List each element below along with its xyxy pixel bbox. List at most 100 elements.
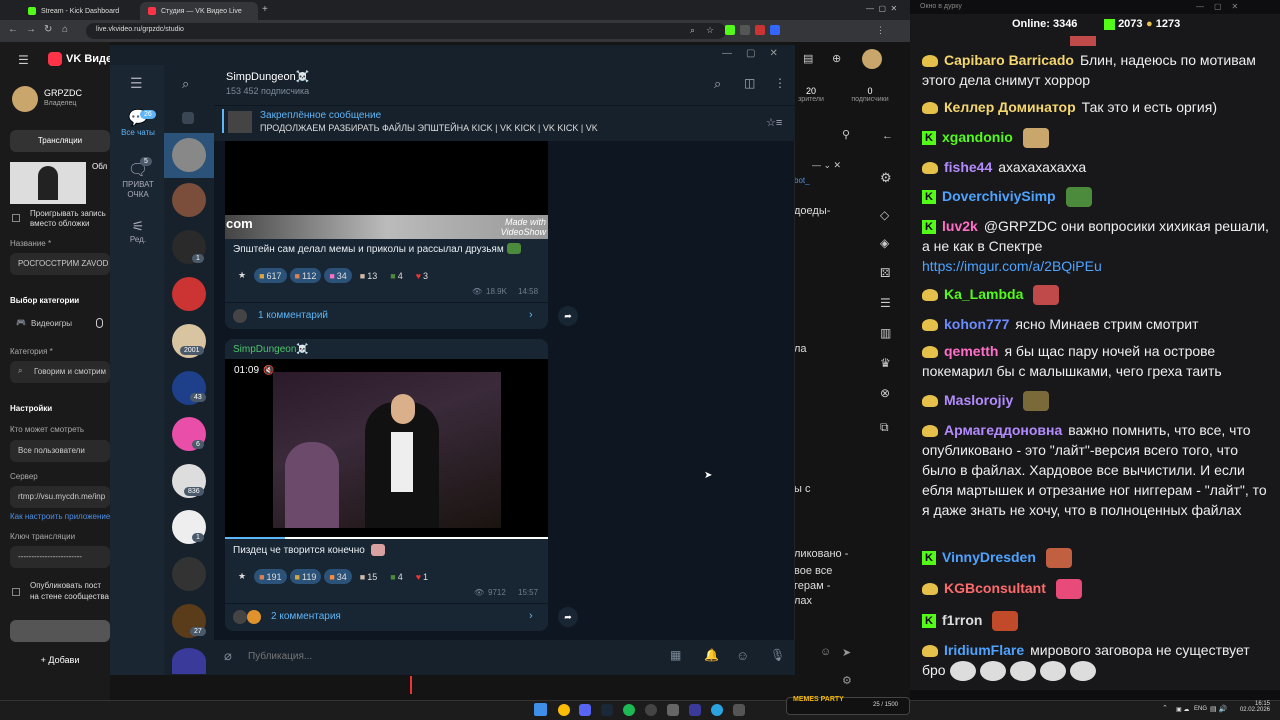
app-icon[interactable] <box>689 704 701 716</box>
attach-paperclip-icon[interactable]: ⌀ <box>224 648 232 664</box>
bell-icon[interactable]: 🔔 <box>704 648 719 662</box>
chat-avatar[interactable] <box>172 557 206 591</box>
tab-broadcasts[interactable]: Трансляции <box>10 130 110 152</box>
chat-username[interactable]: luv2k <box>942 218 978 234</box>
reaction[interactable]: ■ 4 <box>385 268 407 283</box>
reaction[interactable]: ■ 191 <box>254 569 287 584</box>
search-icon[interactable]: ⌕ <box>182 76 189 92</box>
telegram-icon[interactable] <box>711 704 723 716</box>
channel-title[interactable]: SimpDungeon☠️ <box>226 70 309 83</box>
dice-icon[interactable]: ⚄ <box>880 266 890 280</box>
input-language[interactable]: ENG <box>1194 706 1207 712</box>
tray-chevron-icon[interactable]: ⌃ <box>1162 704 1168 712</box>
app-icon[interactable] <box>733 704 745 716</box>
extension-icon[interactable] <box>770 25 780 35</box>
chat-avatar-simpdungeon[interactable] <box>172 138 206 172</box>
chat-username[interactable]: Maslorojiy <box>944 392 1013 408</box>
chat-username[interactable]: xgandonio <box>942 129 1013 145</box>
who-can-watch-select[interactable]: Все пользователи <box>10 440 110 462</box>
more-icon[interactable]: ⋮ <box>774 76 786 90</box>
pin-icon[interactable]: ⚲ <box>842 128 850 141</box>
chat-username[interactable]: VinnyDresden <box>942 549 1036 565</box>
forward-icon[interactable]: → <box>26 24 36 35</box>
home-icon[interactable]: ⌂ <box>62 24 68 35</box>
tray-icons[interactable]: ▣ ☁ <box>1176 706 1189 713</box>
chat-link[interactable]: https://imgur.com/a/2BQiPEu <box>922 258 1102 274</box>
studio-icon[interactable]: ▤ <box>803 52 813 65</box>
list-icon[interactable]: ☰ <box>880 296 891 310</box>
windows-start-icon[interactable] <box>534 703 547 716</box>
stream-key-input[interactable]: ------------------------ <box>10 546 110 568</box>
emoji-picker-icon[interactable]: ☺ <box>736 648 749 663</box>
message-input[interactable] <box>248 648 648 664</box>
folder-private[interactable]: 🗨 ПРИВАТ ОЧКА <box>117 160 159 200</box>
cover-checkbox[interactable] <box>12 214 20 222</box>
trophy-icon[interactable]: ♛ <box>880 356 891 370</box>
chat-username[interactable]: kohon777 <box>944 316 1009 332</box>
app-icon[interactable] <box>667 704 679 716</box>
microphone-icon[interactable] <box>96 318 103 328</box>
chevron-right-icon[interactable]: › <box>529 610 533 622</box>
microphone-icon[interactable]: 🎙 <box>770 648 785 662</box>
zoom-icon[interactable]: ⌕ <box>690 25 695 36</box>
network-volume-icons[interactable]: ▤ 🔊 <box>1210 705 1227 713</box>
reload-icon[interactable]: ↻ <box>44 24 52 35</box>
back-arrow-icon[interactable]: ← <box>882 130 893 142</box>
sidebar-toggle-icon[interactable]: ◫ <box>744 76 755 90</box>
obs-icon[interactable] <box>645 704 657 716</box>
chat-username[interactable]: Ka_Lambda <box>944 286 1023 302</box>
tab-kick-dashboard[interactable]: Stream - Kick Dashboard <box>20 2 140 20</box>
forward-share-icon[interactable]: ➦ <box>558 607 578 627</box>
save-button[interactable] <box>10 620 110 642</box>
schedule-calendar-icon[interactable]: ▦ <box>670 648 681 662</box>
extension-icon[interactable] <box>740 25 750 35</box>
category-input[interactable]: Говорим и смотрим <box>10 361 110 383</box>
discord-icon[interactable] <box>579 704 591 716</box>
message-author[interactable]: SimpDungeon☠️ <box>233 344 309 355</box>
star-reaction-icon[interactable]: ★ <box>233 569 251 584</box>
configure-app-link[interactable]: Как настроить приложение <box>10 512 110 521</box>
new-tab-button[interactable]: + <box>262 4 268 15</box>
chat-avatar[interactable] <box>172 183 206 217</box>
chat-username[interactable]: Келлер Доминатор <box>944 99 1076 115</box>
reaction[interactable]: ■ 4 <box>385 569 407 584</box>
tab-vk-studio[interactable]: Студия — VK Видео Live <box>140 2 258 20</box>
window-controls[interactable]: — ▢ ✕ <box>866 4 897 13</box>
channel-avatar[interactable] <box>12 86 38 112</box>
category-type[interactable]: Видеоигры <box>31 319 72 328</box>
clock[interactable]: 16:15 02.02.2026 <box>1228 701 1270 713</box>
extension-icon[interactable] <box>755 25 765 35</box>
popup-controls[interactable]: — ⌄ ✕ <box>812 160 841 171</box>
kick-extension-icon[interactable] <box>725 25 735 35</box>
chat-username[interactable]: Capibaro Barricado <box>944 52 1074 68</box>
comments-link[interactable]: 1 комментарий <box>258 310 328 321</box>
chevron-right-icon[interactable]: › <box>529 309 533 321</box>
settings-icon[interactable]: ⚙ <box>842 674 852 687</box>
chat-username[interactable]: Армагеддоновна <box>944 422 1062 438</box>
star-reaction-icon[interactable]: ★ <box>233 268 251 283</box>
spotify-icon[interactable] <box>623 704 635 716</box>
reaction[interactable]: ■ 112 <box>289 268 322 283</box>
muted-speaker-icon[interactable]: 🔇 <box>263 365 274 376</box>
fire-reaction[interactable]: ■ 34 <box>324 569 352 584</box>
close-circle-icon[interactable]: ⊗ <box>880 386 890 400</box>
chat-username[interactable]: DoverchiviySimp <box>942 188 1056 204</box>
chat-username[interactable]: qemetth <box>944 343 998 359</box>
publish-post-checkbox[interactable] <box>12 588 20 596</box>
archive-icon[interactable] <box>182 112 194 124</box>
reaction[interactable]: ■ 119 <box>289 569 322 584</box>
memes-party-widget[interactable]: MEMES PARTY 25 / 1500 <box>786 696 910 715</box>
menu-icon[interactable]: ☰ <box>130 75 143 92</box>
chat-username[interactable]: KGBconsultant <box>944 580 1046 596</box>
add-icon[interactable]: ⊕ <box>832 52 841 65</box>
reaction[interactable]: ■ 15 <box>355 569 382 584</box>
hamburger-menu-icon[interactable]: ☰ <box>18 53 29 67</box>
heart-reaction[interactable]: ♥ 3 <box>411 268 433 283</box>
browser-menu-icon[interactable]: ⋮ <box>876 25 885 36</box>
cover-thumbnail[interactable] <box>10 162 86 204</box>
add-button[interactable]: + Добави <box>10 650 110 672</box>
diamond-icon[interactable]: ◇ <box>880 208 889 222</box>
folder-edit[interactable]: ⚟ Ред. <box>117 218 159 244</box>
forward-share-icon[interactable]: ➦ <box>558 306 578 326</box>
reaction[interactable]: ■ 13 <box>355 268 382 283</box>
